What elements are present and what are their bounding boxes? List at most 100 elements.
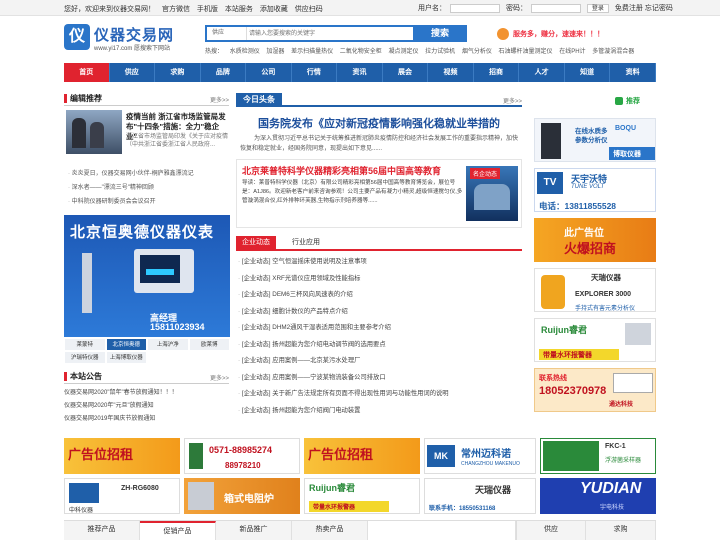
tab-promotions[interactable]: 促销产品	[140, 521, 216, 540]
forgot-password-link[interactable]: 忘记密码	[645, 5, 673, 12]
editor-thumbnail[interactable]	[66, 110, 122, 154]
service-link[interactable]: 本站服务	[225, 6, 253, 13]
ad-tianyu[interactable]: TV 天宇沃特 TUNE VOLT 电话：13811855528	[534, 168, 656, 212]
notice-more-link[interactable]: 更多>>	[210, 373, 229, 382]
featured-image[interactable]: 名企动态	[466, 166, 518, 221]
nav-brand[interactable]: 品牌	[201, 63, 247, 82]
ad-tab[interactable]: 沪瑞特仪器	[64, 351, 106, 364]
list-item[interactable]: [企业动态] 空气恒温摇床使用说明及注意事项	[238, 254, 522, 271]
banner-ad[interactable]: 中科仪器 ZH-RG6080	[64, 478, 180, 514]
featured-title[interactable]: 北京莱普特科学仪器精彩亮相第56届中国高等教育	[242, 164, 441, 177]
ad-tab[interactable]: 莱蒙特	[64, 338, 106, 351]
search-input[interactable]	[249, 27, 419, 40]
password-label: 密码：	[505, 5, 527, 12]
search-button[interactable]: 搜索	[413, 25, 467, 42]
tab-hot-products[interactable]: 热卖产品	[292, 521, 368, 540]
banner-ad[interactable]: 箱式电阻炉	[184, 478, 300, 514]
list-item[interactable]: [企业动态] 扬州超能为您介绍阀门电动装置	[238, 403, 522, 420]
wechat-link[interactable]: 官方微信	[162, 6, 190, 13]
nav-docs[interactable]: 资料	[610, 63, 656, 82]
left-ad-banner[interactable]: 北京恒奥德仪器仪表 高经理 15811023934	[64, 215, 230, 337]
nav-talent[interactable]: 人才	[519, 63, 565, 82]
site-logo[interactable]: 仪 仪器交易网 www.yi17.com 愿搜索下网站	[64, 22, 214, 54]
list-item[interactable]: 深水者——"漂流三号"精神回顾	[68, 181, 230, 195]
nav-home[interactable]: 首页	[64, 63, 110, 82]
ad-tab[interactable]: 北京恒奥德	[105, 338, 147, 351]
ad-tab[interactable]: 上海沪净	[147, 338, 189, 351]
ad-tab[interactable]: 上海博取仪器	[105, 351, 147, 364]
hot-word[interactable]: 二氧化物安全柜	[340, 49, 382, 55]
list-item[interactable]: 仪器交易网2020年"元旦"放假通知	[64, 400, 230, 413]
ad-tabs: 莱蒙特 北京恒奥德 上海沪净 欧莱博 沪瑞特仪器 上海博取仪器	[64, 338, 230, 364]
main-nav: 首页 供应 求购 品牌 公司 行情 资讯 展会 视频 招商 人才 知道 资料	[64, 63, 656, 82]
nav-news[interactable]: 资讯	[337, 63, 383, 82]
hot-word[interactable]: 烟气分析仪	[462, 49, 492, 55]
today-more-link[interactable]: 更多>>	[503, 96, 522, 105]
banner-ad[interactable]: 0571-88985274 88978210	[184, 438, 300, 474]
list-item[interactable]: [企业动态] DEM6三杯风向风速表的介绍	[238, 287, 522, 304]
banner-ad[interactable]: 天瑞仪器 联系手机：18550531168	[424, 478, 536, 514]
ad-skyray-explorer[interactable]: 天瑞仪器 EXPLORER 3000 手持式有害元素分析仪	[534, 268, 656, 312]
nav-expo[interactable]: 展会	[383, 63, 429, 82]
username-input[interactable]	[450, 3, 500, 13]
nav-video[interactable]: 视频	[428, 63, 474, 82]
banner-ad[interactable]: MK 常州迈科诺 CHANGZHOU MAKENUO	[424, 438, 536, 474]
tab-supply[interactable]: 供应	[516, 521, 586, 540]
tab-buy[interactable]: 求购	[586, 521, 656, 540]
hot-word[interactable]: 拉力试验机	[425, 49, 455, 55]
ad-for-rent[interactable]: 此广告位 火爆招商	[534, 218, 656, 262]
editor-more-link[interactable]: 更多>>	[210, 95, 229, 104]
today-label: 今日头条	[236, 93, 282, 107]
list-item[interactable]: [企业动态] 细胞计数仪的产品特点介绍	[238, 304, 522, 321]
list-item[interactable]: [企业动态] 关于新广告法规定所有页面不得出现性用词与功能性用词的说明	[238, 386, 522, 403]
password-input[interactable]	[530, 3, 581, 13]
tab-recommended[interactable]: 推荐产品	[64, 521, 140, 540]
ad-ruijun[interactable]: Ruijun睿君 带量水环报警器	[534, 318, 656, 362]
banner-ad[interactable]: 广告位招租	[64, 438, 180, 474]
register-link[interactable]: 免费注册	[615, 5, 643, 12]
list-item[interactable]: 仪器交易网2020"鼠年"春节放假通知！！！	[64, 387, 230, 400]
banner-ad[interactable]: 广告位招租	[304, 438, 420, 474]
featured-tag: 名企动态	[470, 168, 501, 179]
today-headline[interactable]: 国务院发布《应对新冠疫情影响强化稳就业举措的	[236, 115, 522, 131]
list-item[interactable]: [企业动态] XRF光谱仪应用领域及性能指标	[238, 271, 522, 288]
hot-word[interactable]: 水质检测仪	[230, 49, 260, 55]
hot-word[interactable]: 差示扫描量热仪	[291, 49, 333, 55]
banner-ad[interactable]: FKC-1 浮游菌采样器	[540, 438, 656, 474]
hot-word[interactable]: 凝点测定仪	[388, 49, 418, 55]
favorite-link[interactable]: 添加收藏	[260, 6, 288, 13]
list-item[interactable]: [企业动态] 扬州超能为您介绍电动调节阀的选用要点	[238, 337, 522, 354]
list-item[interactable]: 中科院仪器研制委员会会议召开	[68, 195, 230, 209]
ad-tongda[interactable]: 联系热线 18052370978 通达科技	[534, 368, 656, 412]
scan-link[interactable]: 供应扫码	[295, 6, 323, 13]
list-item[interactable]: 炎炎夏日，仪器交易网小伙伴-桐庐雅鑫漂流记	[68, 167, 230, 181]
nav-know[interactable]: 知道	[565, 63, 611, 82]
nav-company[interactable]: 公司	[246, 63, 292, 82]
search-category-select[interactable]: 供应	[207, 27, 247, 40]
username-label: 用户名：	[418, 5, 446, 12]
nav-invest[interactable]: 招商	[474, 63, 520, 82]
tab-company-news[interactable]: 企业动态	[236, 236, 276, 249]
hot-word[interactable]: 在线PH计	[559, 49, 585, 55]
nav-market[interactable]: 行情	[292, 63, 338, 82]
hot-word[interactable]: 多管漩涡混合器	[592, 49, 634, 55]
hot-word[interactable]: 石油螺杆油量测定仪	[499, 49, 553, 55]
hot-word[interactable]: 加湿器	[266, 49, 284, 55]
nav-supply[interactable]: 供应	[110, 63, 156, 82]
ad-boqu[interactable]: 在线水质多 参数分析仪 BOQU 博取仪器	[534, 118, 656, 162]
featured-article[interactable]: 北京莱普特科学仪器精彩亮相第56届中国高等教育 导读：莱普特科学仪器（北京）有限…	[236, 159, 522, 228]
list-item[interactable]: [企业动态] 应用案例——宁波某物流装备公司排放口	[238, 370, 522, 387]
top-bar: 您好，欢迎来到仪器交易网！ 官方微信 手机版 本站服务 添加收藏 供应扫码 用户…	[0, 0, 720, 16]
ad-tab[interactable]: 欧莱博	[188, 338, 230, 351]
list-item[interactable]: 仪器交易网2019年国庆节放假通知	[64, 413, 230, 426]
list-item[interactable]: [企业动态] DHM2通风干湿表适用范围和主要参考介绍	[238, 320, 522, 337]
nav-buy[interactable]: 求购	[155, 63, 201, 82]
banner-ad[interactable]: Ruijun睿君 带量水环报警器	[304, 478, 420, 514]
mobile-link[interactable]: 手机版	[197, 6, 218, 13]
login-button[interactable]: 登录	[586, 3, 609, 13]
logo-mark-icon: 仪	[64, 24, 90, 50]
tab-industry-apps[interactable]: 行业应用	[286, 236, 326, 249]
banner-ad[interactable]: YUDIAN 宇电科技	[540, 478, 656, 514]
tab-new-products[interactable]: 新品推广	[216, 521, 292, 540]
list-item[interactable]: [企业动态] 应用案例——北京某污水处理厂	[238, 353, 522, 370]
